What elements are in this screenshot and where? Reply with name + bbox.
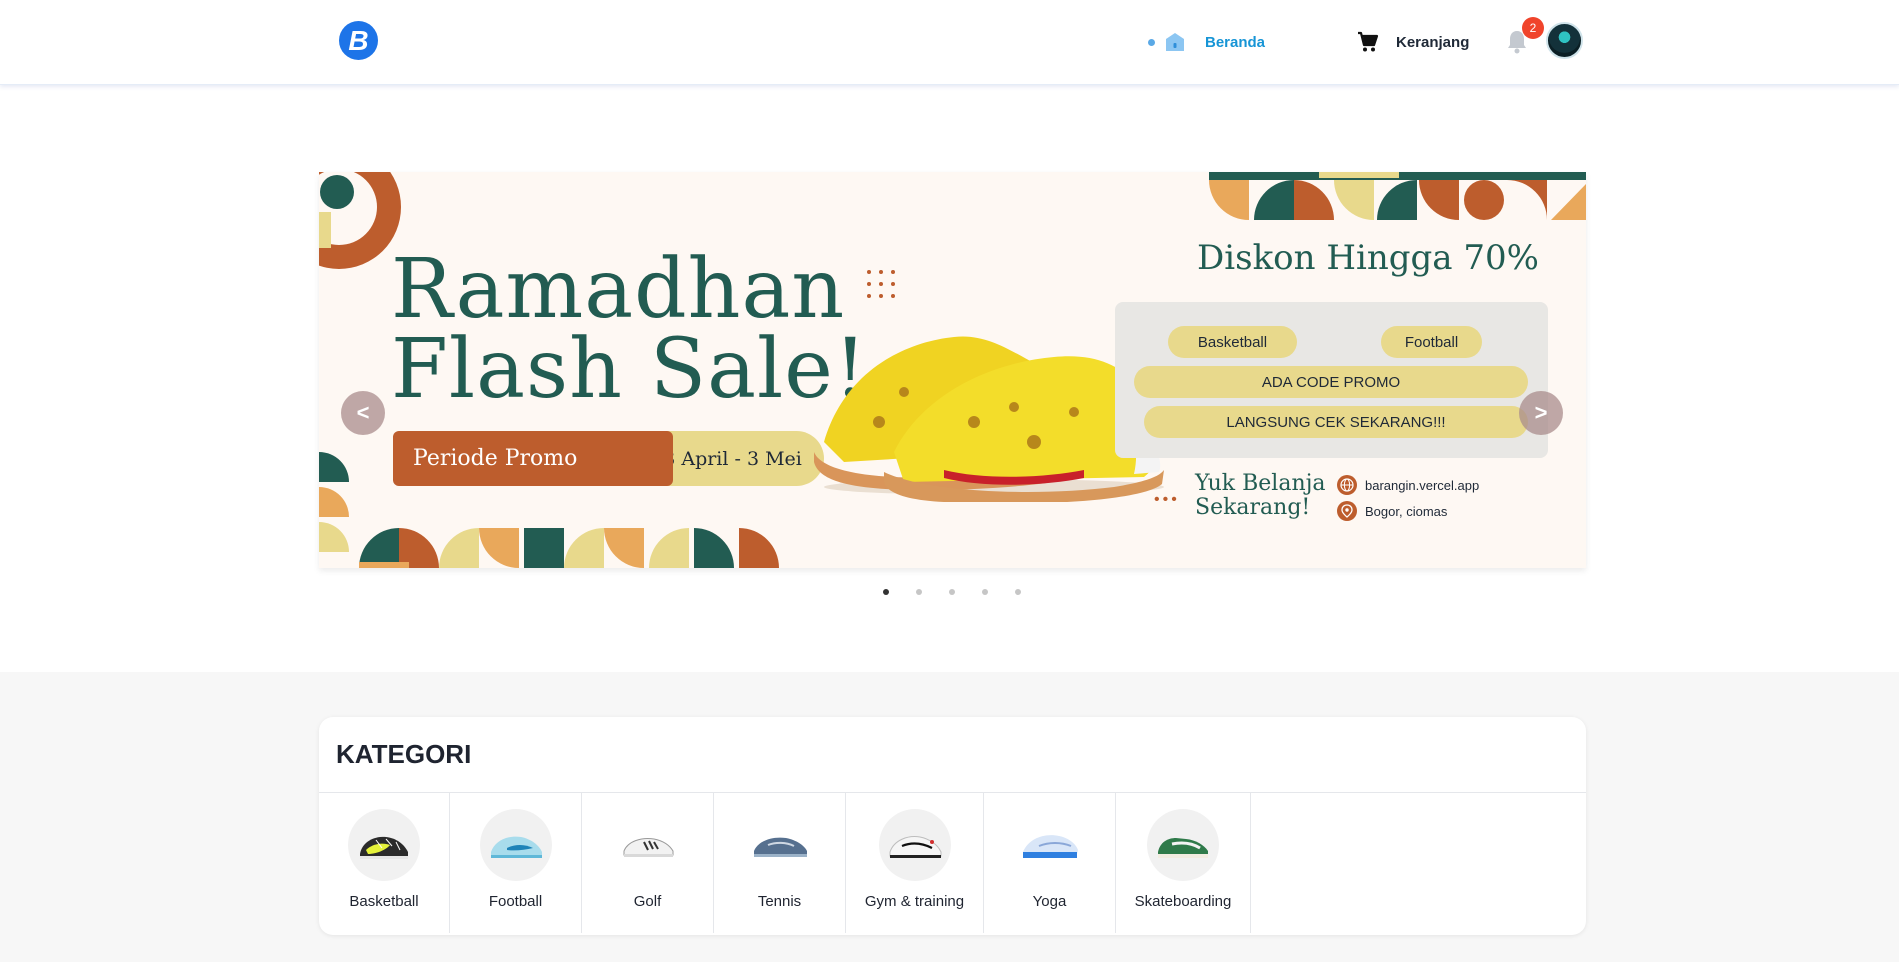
category-image-skateboarding [1147, 809, 1219, 881]
contact-location: Bogor, ciomas [1337, 501, 1447, 521]
category-item-tennis[interactable]: Tennis [714, 793, 846, 933]
location-text: Bogor, ciomas [1365, 503, 1448, 519]
notification-badge: 2 [1522, 17, 1544, 39]
home-icon [1166, 33, 1184, 51]
category-label-gym-training: Gym & training [864, 893, 965, 910]
carousel-indicators [883, 589, 1021, 595]
cta-pill: LANGSUNG CEK SEKARANG!!! [1144, 406, 1528, 438]
carousel-dot-3[interactable] [949, 589, 955, 595]
category-item-golf[interactable]: Golf [582, 793, 714, 933]
nav-cart-label: Keranjang [1396, 33, 1470, 51]
category-item-gym-training[interactable]: Gym & training [846, 793, 984, 933]
nav-home-label: Beranda [1205, 33, 1266, 51]
slogan-text: Yuk Belanja Sekarang! [1195, 472, 1326, 520]
category-label-yoga: Yoga [1032, 893, 1067, 910]
carousel-next-button[interactable]: > [1519, 391, 1563, 435]
carousel-dot-5[interactable] [1015, 589, 1021, 595]
globe-icon [1337, 475, 1357, 495]
category-label-tennis: Tennis [757, 893, 802, 910]
category-item-basketball[interactable]: Basketball [319, 793, 450, 933]
contact-website: barangin.vercel.app [1337, 475, 1479, 495]
promo-banner: Ramadhan Flash Sale! 23 April - 3 Mei Pe… [319, 172, 1586, 568]
slogan-line2: Sekarang! [1195, 495, 1311, 520]
promo-code-pill: ADA CODE PROMO [1134, 366, 1528, 398]
category-label-football: Football [488, 893, 543, 910]
tag-football: Football [1381, 326, 1482, 358]
discount-headline: Diskon Hingga 70% [1197, 238, 1539, 278]
brand-logo[interactable]: B [339, 21, 378, 60]
category-item-skateboarding[interactable]: Skateboarding [1116, 793, 1251, 933]
nav-home-link[interactable]: Beranda [1148, 27, 1265, 57]
location-pin-icon [1337, 501, 1357, 521]
category-card: KATEGORI Basketball Football Golf Tennis… [319, 717, 1586, 935]
carousel-prev-button[interactable]: < [341, 391, 385, 435]
slogan-line1: Yuk Belanja [1195, 471, 1326, 496]
cart-icon [1358, 31, 1379, 52]
category-image-tennis [743, 809, 816, 881]
category-label-skateboarding: Skateboarding [1134, 893, 1232, 910]
brand-logo-letter: B [348, 24, 369, 56]
active-indicator-dot [1148, 38, 1155, 46]
category-item-yoga[interactable]: Yoga [984, 793, 1116, 933]
category-image-gym-training [878, 809, 951, 881]
category-image-golf [611, 809, 684, 881]
category-title: KATEGORI [336, 739, 472, 769]
website-text: barangin.vercel.app [1365, 477, 1480, 493]
category-item-football[interactable]: Football [450, 793, 582, 933]
category-image-football [479, 809, 552, 881]
carousel-dot-1[interactable] [883, 589, 889, 595]
tag-basketball: Basketball [1168, 326, 1297, 358]
top-navbar: B Beranda Keranjang 2 [0, 0, 1899, 85]
category-image-yoga [1013, 809, 1086, 881]
nav-cart-link[interactable]: Keranjang [1356, 27, 1469, 57]
slogan-dots: ••• [1154, 491, 1180, 508]
category-label-basketball: Basketball [349, 893, 419, 910]
promo-period-label: Periode Promo [393, 431, 673, 486]
category-label-golf: Golf [633, 893, 662, 910]
user-avatar[interactable] [1546, 22, 1583, 59]
carousel-dot-4[interactable] [982, 589, 988, 595]
category-image-basketball [348, 809, 420, 881]
carousel-dot-2[interactable] [916, 589, 922, 595]
category-list: Basketball Football Golf Tennis Gym & tr [319, 793, 1251, 933]
